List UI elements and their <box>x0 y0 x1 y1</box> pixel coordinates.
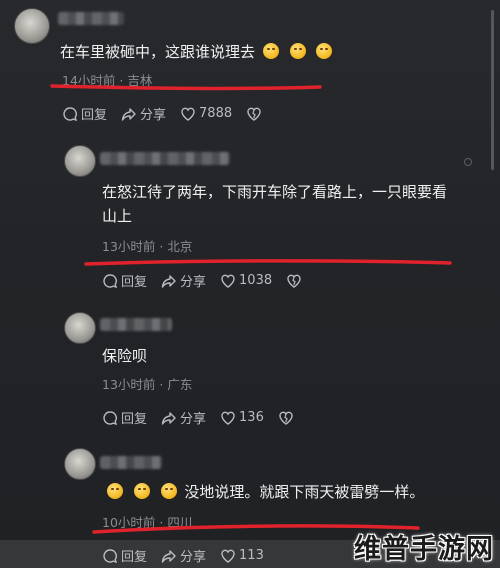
reply-label: 回复 <box>81 108 108 123</box>
broken-heart-icon <box>279 411 293 425</box>
share-icon <box>121 107 136 121</box>
emoji-icon <box>316 43 333 59</box>
comment-text-line-1: 在怒江待了两年，下雨开车除了看路上，一只眼要看 <box>102 183 448 201</box>
comment-time: 10小时前 <box>102 515 156 530</box>
emoji-icon <box>160 483 177 499</box>
avatar[interactable] <box>64 145 96 177</box>
red-underline-annotation <box>84 259 452 266</box>
comment-time: 14小时前 <box>62 73 116 88</box>
avatar[interactable] <box>64 312 96 344</box>
action-bar: 回复 分享 7888 <box>62 104 262 123</box>
comment-time: 13小时前 <box>102 239 156 254</box>
reply-button[interactable]: 回复 <box>102 271 147 290</box>
dislike-button[interactable] <box>246 106 262 122</box>
emoji-icon <box>262 43 279 59</box>
reply-button[interactable]: 回复 <box>62 104 107 123</box>
share-icon <box>161 274 176 288</box>
comment-location: 北京 <box>167 239 193 254</box>
comment-meta: 14小时前 · 吉林 <box>62 70 152 89</box>
separator: · <box>159 239 164 254</box>
like-count: 136 <box>239 410 264 425</box>
dislike-button[interactable] <box>286 273 302 289</box>
comment-meta: 13小时前 · 广东 <box>102 374 192 393</box>
emoji-icon <box>133 483 150 499</box>
username-blurred[interactable] <box>58 12 124 25</box>
reply-button[interactable]: 回复 <box>102 408 147 427</box>
broken-heart-icon <box>247 107 261 121</box>
reply-icon <box>103 273 118 288</box>
heart-icon <box>181 107 195 121</box>
reply-icon <box>63 106 78 121</box>
reply-label: 回复 <box>121 412 148 427</box>
username-blurred[interactable] <box>100 456 162 469</box>
reply-label: 回复 <box>121 275 148 290</box>
comment-meta: 10小时前 · 四川 <box>102 512 192 531</box>
separator: · <box>119 73 124 88</box>
comment-text-content: 没地说理。就跟下雨天被雷劈一样。 <box>184 483 425 501</box>
action-bar: 回复 分享 136 <box>102 408 294 427</box>
comment-text: 没地说理。就跟下雨天被雷劈一样。 <box>104 480 424 504</box>
share-label: 分享 <box>180 412 207 427</box>
share-label: 分享 <box>140 108 167 123</box>
comment-text: 在车里被砸中，这跟谁说理去 <box>60 40 335 64</box>
reply-icon <box>103 410 118 425</box>
comment-time: 13小时前 <box>102 377 156 392</box>
share-button[interactable]: 分享 <box>161 271 206 290</box>
avatar[interactable] <box>64 448 96 480</box>
separator: · <box>159 377 164 392</box>
broken-heart-icon <box>287 274 301 288</box>
scrollbar[interactable] <box>491 10 494 170</box>
comment-location: 广东 <box>167 377 193 392</box>
like-button[interactable]: 7888 <box>180 106 232 122</box>
share-button[interactable]: 分享 <box>121 104 166 123</box>
comment-meta: 13小时前 · 北京 <box>102 236 192 255</box>
action-bar: 回复 分享 1038 <box>102 271 302 290</box>
share-icon <box>161 411 176 425</box>
comment-text-line-2: 山上 <box>102 207 133 225</box>
watermark-text: 维普手游网 <box>354 534 494 565</box>
like-button[interactable]: 1038 <box>220 273 272 289</box>
emoji-icon <box>107 483 123 499</box>
share-label: 分享 <box>180 275 207 290</box>
comment-location: 吉林 <box>127 73 153 88</box>
comment-text: 保险呗 <box>102 347 148 365</box>
heart-icon <box>221 411 235 425</box>
username-blurred[interactable] <box>100 152 230 165</box>
comment-text-content: 在车里被砸中，这跟谁说理去 <box>60 43 256 61</box>
more-options-icon[interactable] <box>464 158 472 166</box>
avatar[interactable] <box>14 8 50 44</box>
like-count: 1038 <box>239 273 273 288</box>
like-count: 7888 <box>199 106 233 121</box>
username-blurred[interactable] <box>100 318 172 331</box>
heart-icon <box>221 274 235 288</box>
separator: · <box>159 515 164 530</box>
like-button[interactable]: 136 <box>220 410 264 426</box>
dislike-button[interactable] <box>278 410 294 426</box>
share-button[interactable]: 分享 <box>161 408 206 427</box>
comment-location: 四川 <box>167 515 193 530</box>
emoji-icon <box>289 43 306 59</box>
